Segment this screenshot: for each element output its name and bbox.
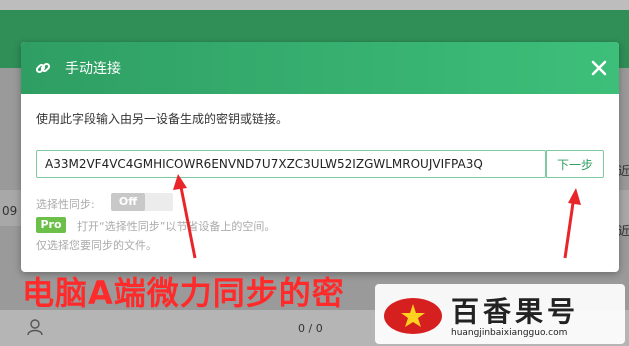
selective-sync-label: 选择性同步: — [36, 198, 95, 211]
pro-hint: 仅选择您要同步的文件。 — [36, 239, 157, 252]
toggle-off-label: Off — [111, 193, 145, 211]
next-button[interactable]: 下一步 — [546, 150, 604, 178]
close-icon[interactable] — [589, 58, 609, 78]
dialog-description: 使用此字段输入由另一设备生成的密钥或链接。 — [36, 112, 289, 126]
browser-strip — [0, 0, 629, 10]
row-side-text: 近 — [618, 164, 629, 178]
dialog-title: 手动连接 — [65, 61, 121, 77]
watermark: 百香果号 huangjinbaixiangguo.com — [375, 284, 625, 344]
link-icon — [35, 62, 51, 74]
connection-count: 0 / 0 — [298, 322, 323, 335]
row-side-text: 09 — [2, 204, 18, 218]
watermark-title: 百香果号 — [451, 295, 580, 328]
manual-connect-dialog: 手动连接 使用此字段输入由另一设备生成的密钥或链接。 下一步 选择性同步: Of… — [21, 42, 619, 272]
pro-badge: Pro — [36, 217, 66, 233]
pro-description: 打开“选择性同步”以节省设备上的空间。 — [77, 220, 276, 233]
watermark-logo-icon — [384, 298, 442, 334]
watermark-url: huangjinbaixiangguo.com — [451, 328, 568, 338]
selective-sync-toggle[interactable]: Off — [111, 193, 173, 211]
annotation-caption: 电脑A端微力同步的密 — [22, 274, 345, 312]
key-input[interactable] — [36, 150, 546, 178]
dialog-header: 手动连接 — [21, 42, 619, 94]
row-side-text: 近 — [618, 224, 629, 238]
user-icon — [27, 319, 43, 336]
